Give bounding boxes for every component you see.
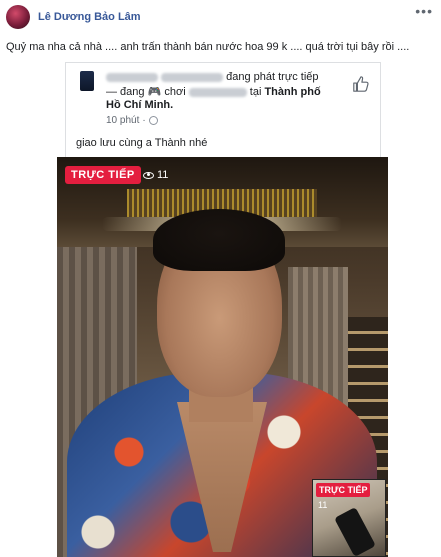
author-name[interactable]: Lê Dương Bảo Lâm	[38, 11, 141, 23]
shared-post-card[interactable]: đang phát trực tiếp — đang 🎮 chơi tại Th…	[65, 62, 381, 157]
post-header: Lê Dương Bảo Lâm	[6, 4, 141, 30]
activity-at: tại	[249, 86, 262, 98]
post-time[interactable]: 10 phút	[106, 115, 139, 126]
author-avatar[interactable]	[6, 5, 30, 29]
location-link[interactable]: Thành phố	[264, 86, 320, 98]
post-meta: 10 phút ·	[106, 115, 158, 126]
activity-prefix: — đang	[106, 86, 145, 98]
viewer-count: 11	[143, 169, 168, 181]
game-icon: 🎮	[147, 86, 162, 98]
blurred-name	[106, 72, 158, 82]
person-hair	[153, 209, 285, 271]
live-badge: TRỰC TIẾP	[65, 166, 141, 184]
post-text: Quỷ ma nha cả nhà .... anh trấn thành bá…	[6, 41, 410, 53]
globe-icon	[148, 116, 158, 125]
shared-header-line: đang phát trực tiếp	[106, 71, 319, 83]
live-status-text: đang phát trực tiếp	[226, 71, 319, 83]
pip-viewer-count: 11	[318, 500, 328, 510]
blurred-name	[161, 72, 224, 82]
pip-live-badge: TRỰC TIẾP	[316, 483, 371, 497]
ellipsis-icon[interactable]: •••	[415, 3, 433, 19]
activity-verb: chơi	[164, 86, 186, 98]
phone-image	[334, 506, 376, 556]
blurred-game	[188, 87, 247, 97]
shared-activity-line: — đang 🎮 chơi tại Thành phố	[106, 85, 321, 98]
live-video[interactable]: TRỰC TIẾP 11 TRỰC TIẾP 11	[57, 157, 388, 557]
pip-video[interactable]: TRỰC TIẾP 11	[312, 479, 386, 557]
eye-icon	[143, 171, 154, 179]
thumbs-up-icon[interactable]	[352, 75, 370, 93]
location-link-2[interactable]: Hồ Chí Minh.	[106, 99, 173, 111]
shared-caption: giao lưu cùng a Thành nhé	[76, 137, 208, 149]
shared-avatar[interactable]	[80, 71, 94, 91]
viewer-count-value: 11	[157, 169, 169, 181]
